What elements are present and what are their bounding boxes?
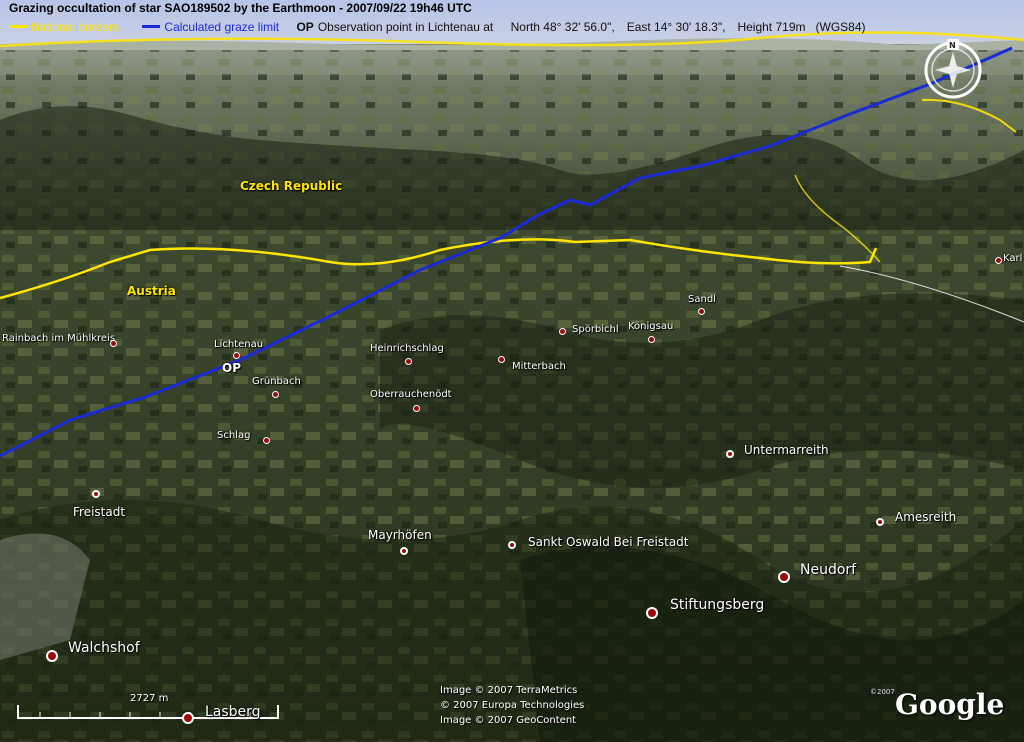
place-label-lichtenau[interactable]: Lichtenau	[214, 339, 263, 350]
place-marker-walchshof[interactable]	[46, 650, 58, 662]
place-marker-karl[interactable]	[995, 257, 1002, 264]
border-swatch	[9, 25, 27, 29]
place-label-neudorf[interactable]: Neudorf	[800, 562, 856, 578]
op-datum: (WGS84)	[815, 19, 866, 34]
place-label-sanktoswald[interactable]: Sankt Oswald Bei Freistadt	[528, 535, 689, 549]
place-marker-untermarreith[interactable]	[726, 450, 734, 458]
compass-north-label: N	[949, 41, 956, 50]
op-marker-label: OP	[222, 361, 241, 375]
credit-line-1: Image © 2007 TerraMetrics	[440, 685, 578, 696]
place-label-stiftungsberg[interactable]: Stiftungsberg	[670, 597, 764, 613]
place-label-rainbach[interactable]: Rainbach im Mühlkreis	[2, 333, 115, 344]
graze-swatch	[142, 25, 161, 29]
place-marker-freistadt[interactable]	[92, 490, 100, 498]
place-label-spoerbichl[interactable]: Spörbichl	[572, 324, 619, 335]
op-text: Observation point in Lichtenau at	[317, 19, 494, 34]
legend-borders: National borders	[31, 19, 120, 34]
place-marker-schlag[interactable]	[263, 437, 270, 444]
place-marker-gruenbach[interactable]	[272, 391, 279, 398]
place-marker-amesreith[interactable]	[876, 518, 884, 526]
map-title: Grazing occultation of star SAO189502 by…	[9, 1, 472, 15]
place-label-koenigsau[interactable]: Königsau	[628, 321, 673, 332]
place-marker-sandl[interactable]	[698, 308, 705, 315]
place-marker-rainbach[interactable]	[110, 340, 117, 347]
place-label-lasberg[interactable]: Lasberg	[205, 704, 261, 720]
place-marker-stiftungsberg[interactable]	[646, 607, 658, 619]
place-marker-lichtenau[interactable]	[233, 352, 240, 359]
op-height: Height 719m	[737, 19, 806, 34]
place-marker-oberrauchenoed[interactable]	[413, 405, 420, 412]
place-marker-spoerbichl[interactable]	[559, 328, 566, 335]
place-label-oberrauchenoed[interactable]: Oberrauchenödt	[370, 389, 452, 400]
place-label-mayrhoefen[interactable]: Mayrhöfen	[368, 528, 432, 542]
place-label-schlag[interactable]: Schlag	[217, 430, 250, 441]
logo-copyright: ©2007	[870, 688, 895, 696]
google-logo: Google	[895, 688, 1005, 721]
place-marker-sanktoswald[interactable]	[508, 541, 516, 549]
place-marker-koenigsau[interactable]	[648, 336, 655, 343]
place-marker-heinrichschlag[interactable]	[405, 358, 412, 365]
credit-line-2: © 2007 Europa Technologies	[440, 700, 585, 711]
legend: National borders Calculated graze limit …	[9, 19, 866, 34]
place-marker-mitterbach[interactable]	[498, 356, 505, 363]
place-label-untermarreith[interactable]: Untermarreith	[744, 443, 829, 457]
place-label-heinrichschlag[interactable]: Heinrichschlag	[370, 343, 444, 354]
scale-label: 2727 m	[130, 693, 169, 704]
op-east: East 14° 30' 18.3",	[626, 19, 726, 34]
place-label-freistadt[interactable]: Freistadt	[73, 505, 125, 519]
place-label-gruenbach[interactable]: Grünbach	[252, 376, 301, 387]
country-label-austria: Austria	[127, 284, 176, 298]
op-key: OP	[296, 19, 314, 34]
place-label-karl[interactable]: Karl	[1003, 253, 1022, 264]
legend-graze: Calculated graze limit	[164, 19, 280, 34]
place-marker-mayrhoefen[interactable]	[400, 547, 408, 555]
credit-line-3: Image © 2007 GeoContent	[440, 715, 577, 726]
place-label-mitterbach[interactable]: Mitterbach	[512, 361, 566, 372]
place-marker-lasberg[interactable]	[182, 712, 194, 724]
country-label-czech: Czech Republic	[240, 179, 343, 193]
op-north: North 48° 32' 56.0",	[510, 19, 615, 34]
place-label-sandl[interactable]: Sandl	[688, 294, 716, 305]
place-label-amesreith[interactable]: Amesreith	[895, 510, 956, 524]
place-label-walchshof[interactable]: Walchshof	[68, 640, 140, 656]
place-marker-neudorf[interactable]	[778, 571, 790, 583]
map-view[interactable]: Grazing occultation of star SAO189502 by…	[0, 0, 1024, 742]
